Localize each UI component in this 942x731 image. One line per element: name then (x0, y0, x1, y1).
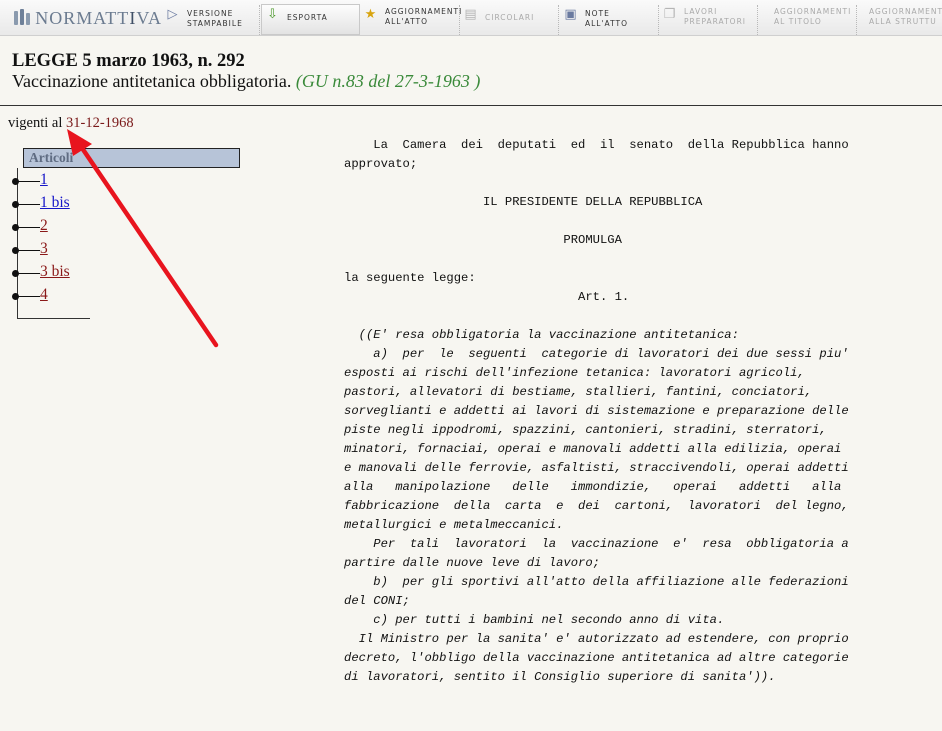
tree-branch (18, 273, 40, 274)
logo-icon (14, 9, 30, 27)
normattiva-logo[interactable]: NORMATTIVA (0, 0, 162, 36)
article-link[interactable]: 3 (40, 240, 48, 258)
tree-branch (18, 181, 40, 182)
text-line: sorveglianti e addetti ai lavori di sist… (344, 404, 849, 418)
tree-branch (18, 250, 40, 251)
text-line: decreto, l'obbligo della vaccinazione an… (344, 651, 849, 665)
text-line: pastori, allevatori di bestiame, stallie… (344, 385, 813, 399)
aggiornamenti-struttura-button[interactable]: Aggiornamenti alla struttu (857, 5, 942, 35)
versione-stampabile-label: Versione stampabile (187, 9, 243, 28)
aggiornamenti-titolo-label: Aggiornamenti al titolo (774, 7, 852, 26)
vigenti-label: vigenti al 31-12-1968 (8, 115, 134, 132)
vigenti-prefix: vigenti al (8, 115, 63, 131)
arrow-right-icon: ▷ (167, 7, 179, 22)
versione-stampabile-button[interactable]: ▷ Versione stampabile (162, 5, 260, 35)
text-line: IL PRESIDENTE DELLA REPUBBLICA (344, 195, 703, 209)
vigenti-date[interactable]: 31-12-1968 (66, 115, 134, 131)
arrow-shaft (79, 145, 219, 348)
text-line: partire dalle nuove leve di lavoro; (344, 556, 600, 570)
logo-text: NORMATTIVA (35, 7, 162, 28)
text-line: e manovali delle ferrovie, asfaltisti, s… (344, 461, 849, 475)
tree-line (17, 318, 90, 319)
text-line (344, 307, 904, 326)
circolari-button[interactable]: ▤ Circolari (460, 5, 559, 35)
article-link[interactable]: 2 (40, 217, 48, 235)
aggiornamenti-atto-label: Aggiornamenti all'atto (385, 7, 463, 26)
star-icon: ★ (364, 7, 378, 22)
text-line: approvato; (344, 157, 418, 171)
text-line (344, 174, 904, 193)
text-line: Il Ministro per la sanita' e' autorizzat… (344, 632, 849, 646)
tree-branch (18, 296, 40, 297)
text-line: la seguente legge: (344, 271, 476, 285)
text-line: di lavoratori, sentito il Consiglio supe… (344, 670, 776, 684)
law-text: La Camera dei deputati ed il senato dell… (344, 136, 904, 687)
tree-branch (18, 204, 40, 205)
text-line: Art. 1. (344, 290, 630, 304)
text-line: alla manipolazione delle immondizie, ope… (344, 480, 842, 494)
text-line: a) per le seguenti categorie di lavorato… (344, 347, 849, 361)
aggiornamenti-titolo-button[interactable]: Aggiornamenti al titolo (758, 5, 857, 35)
lavori-preparatori-button[interactable]: ❐ Lavori preparatori (659, 5, 758, 35)
article-link[interactable]: 1 (40, 171, 48, 189)
esporta-label: Esporta (287, 13, 328, 22)
law-subtitle: Vaccinazione antitetanica obbligatoria. … (12, 71, 480, 92)
text-line (344, 250, 904, 269)
article-link[interactable]: 3 bis (40, 263, 70, 281)
aggiornamenti-atto-button[interactable]: ★ Aggiornamenti all'atto (360, 5, 463, 35)
document-icon: ▤ (464, 7, 478, 22)
lavori-preparatori-label: Lavori preparatori (684, 7, 747, 26)
text-line: Per tali lavoratori la vaccinazione e' r… (344, 537, 849, 551)
article-link[interactable]: 4 (40, 286, 48, 304)
text-line: metallurgici e metalmeccanici. (344, 518, 564, 532)
text-line: PROMULGA (344, 233, 622, 247)
toolbar: NORMATTIVA ▷ Versione stampabile ⇩ Espor… (0, 0, 942, 36)
header-divider (0, 105, 942, 106)
articles-heading: Articoli (23, 148, 240, 168)
law-subject: Vaccinazione antitetanica obbligatoria. (12, 71, 292, 91)
pages-icon: ❐ (663, 7, 677, 22)
article-link[interactable]: 1 bis (40, 194, 70, 212)
circolari-label: Circolari (485, 13, 535, 22)
tree-branch (18, 227, 40, 228)
text-line: b) per gli sportivi all'atto della affil… (344, 575, 849, 589)
download-icon: ⇩ (267, 7, 279, 22)
text-line: ((E' resa obbligatoria la vaccinazione a… (344, 328, 739, 342)
note-atto-button[interactable]: ▣ Note all'atto (560, 5, 659, 35)
text-line: del CONI; (344, 594, 410, 608)
text-line: piste negli ippodromi, spazzini, cantoni… (344, 423, 827, 437)
text-line: fabbricazione della carta e dei cartoni,… (344, 499, 849, 513)
esporta-button[interactable]: ⇩ Esporta (261, 4, 360, 35)
aggiornamenti-struttura-label: Aggiornamenti alla struttu (869, 7, 942, 26)
note-icon: ▣ (564, 7, 578, 22)
text-line (344, 212, 904, 231)
text-line: minatori, fornaciai, operai e manovali a… (344, 442, 842, 456)
text-line: La Camera dei deputati ed il senato dell… (344, 138, 849, 152)
law-title: LEGGE 5 marzo 1963, n. 292 (12, 51, 245, 71)
note-atto-label: Note all'atto (585, 9, 629, 28)
text-line: c) per tutti i bambini nel secondo anno … (344, 613, 725, 627)
gazette-reference[interactable]: (GU n.83 del 27-3-1963 ) (296, 71, 480, 91)
text-line: esposti ai rischi dell'infezione tetanic… (344, 366, 805, 380)
